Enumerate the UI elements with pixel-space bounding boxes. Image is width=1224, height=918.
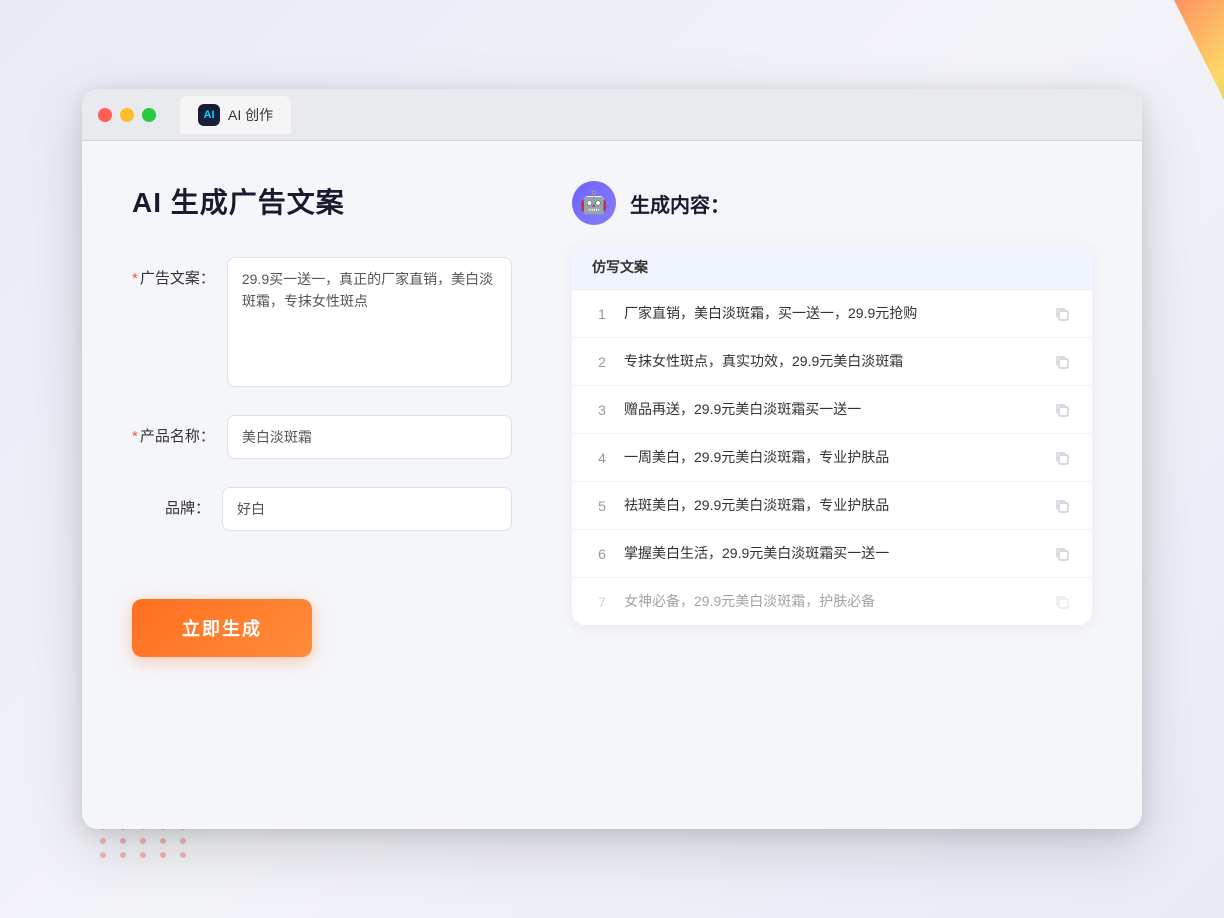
copy-icon[interactable] [1052,448,1072,468]
title-bar: AI AI 创作 [82,89,1142,141]
row-number: 2 [592,354,612,370]
left-panel: AI 生成广告文案 *广告文案： *产品名称： 品牌： 立 [132,181,512,789]
row-number: 6 [592,546,612,562]
row-number: 3 [592,402,612,418]
copy-icon[interactable] [1052,400,1072,420]
table-row: 5 祛斑美白，29.9元美白淡斑霜，专业护肤品 [572,482,1092,530]
table-header: 仿写文案 [572,245,1092,290]
maximize-button[interactable] [142,108,156,122]
copy-icon[interactable] [1052,352,1072,372]
copy-icon[interactable] [1052,544,1072,564]
content-area: AI 生成广告文案 *广告文案： *产品名称： 品牌： 立 [82,141,1142,829]
row-text: 厂家直销，美白淡斑霜，买一送一，29.9元抢购 [624,303,1040,324]
copy-icon[interactable] [1052,304,1072,324]
ai-tab-icon: AI [198,104,220,126]
table-row: 7 女神必备，29.9元美白淡斑霜，护肤必备 [572,578,1092,625]
minimize-button[interactable] [120,108,134,122]
page-title: AI 生成广告文案 [132,181,512,221]
ad-copy-group: *广告文案： [132,257,512,387]
dot-decoration-bl [100,824,192,858]
row-number: 5 [592,498,612,514]
result-title: 生成内容： [630,189,730,218]
required-mark-1: * [132,270,138,287]
product-name-group: *产品名称： [132,415,512,459]
row-number: 4 [592,450,612,466]
ad-copy-label: *广告文案： [132,257,227,288]
tab-label: AI 创作 [228,105,273,125]
row-text: 专抹女性斑点，真实功效，29.9元美白淡斑霜 [624,351,1040,372]
close-button[interactable] [98,108,112,122]
table-row: 6 掌握美白生活，29.9元美白淡斑霜买一送一 [572,530,1092,578]
product-name-label: *产品名称： [132,415,227,446]
result-header: 生成内容： [572,181,1092,225]
row-text: 祛斑美白，29.9元美白淡斑霜，专业护肤品 [624,495,1040,516]
row-text: 一周美白，29.9元美白淡斑霜，专业护肤品 [624,447,1040,468]
table-row: 3 赠品再送，29.9元美白淡斑霜买一送一 [572,386,1092,434]
ad-copy-input[interactable] [227,257,512,387]
row-text: 掌握美白生活，29.9元美白淡斑霜买一送一 [624,543,1040,564]
copy-icon[interactable] [1052,592,1072,612]
robot-icon [572,181,616,225]
traffic-lights [98,108,156,122]
table-row: 1 厂家直销，美白淡斑霜，买一送一，29.9元抢购 [572,290,1092,338]
required-mark-2: * [132,428,138,445]
product-name-input[interactable] [227,415,512,459]
brand-label: 品牌： [132,487,222,518]
brand-input[interactable] [222,487,512,531]
row-text: 女神必备，29.9元美白淡斑霜，护肤必备 [624,591,1040,612]
table-row: 4 一周美白，29.9元美白淡斑霜，专业护肤品 [572,434,1092,482]
row-number: 7 [592,594,612,610]
generate-button[interactable]: 立即生成 [132,599,312,657]
table-rows-container: 1 厂家直销，美白淡斑霜，买一送一，29.9元抢购 2 专抹女性斑点，真实功效，29… [572,290,1092,625]
right-panel: 生成内容： 仿写文案 1 厂家直销，美白淡斑霜，买一送一，29.9元抢购 2 专抹女… [572,181,1092,789]
row-text: 赠品再送，29.9元美白淡斑霜买一送一 [624,399,1040,420]
row-number: 1 [592,306,612,322]
copy-icon[interactable] [1052,496,1072,516]
ai-tab[interactable]: AI AI 创作 [180,96,291,134]
browser-window: AI AI 创作 AI 生成广告文案 *广告文案： *产品名称： [82,89,1142,829]
brand-group: 品牌： [132,487,512,531]
table-row: 2 专抹女性斑点，真实功效，29.9元美白淡斑霜 [572,338,1092,386]
result-table: 仿写文案 1 厂家直销，美白淡斑霜，买一送一，29.9元抢购 2 专抹女性斑点，真实… [572,245,1092,625]
